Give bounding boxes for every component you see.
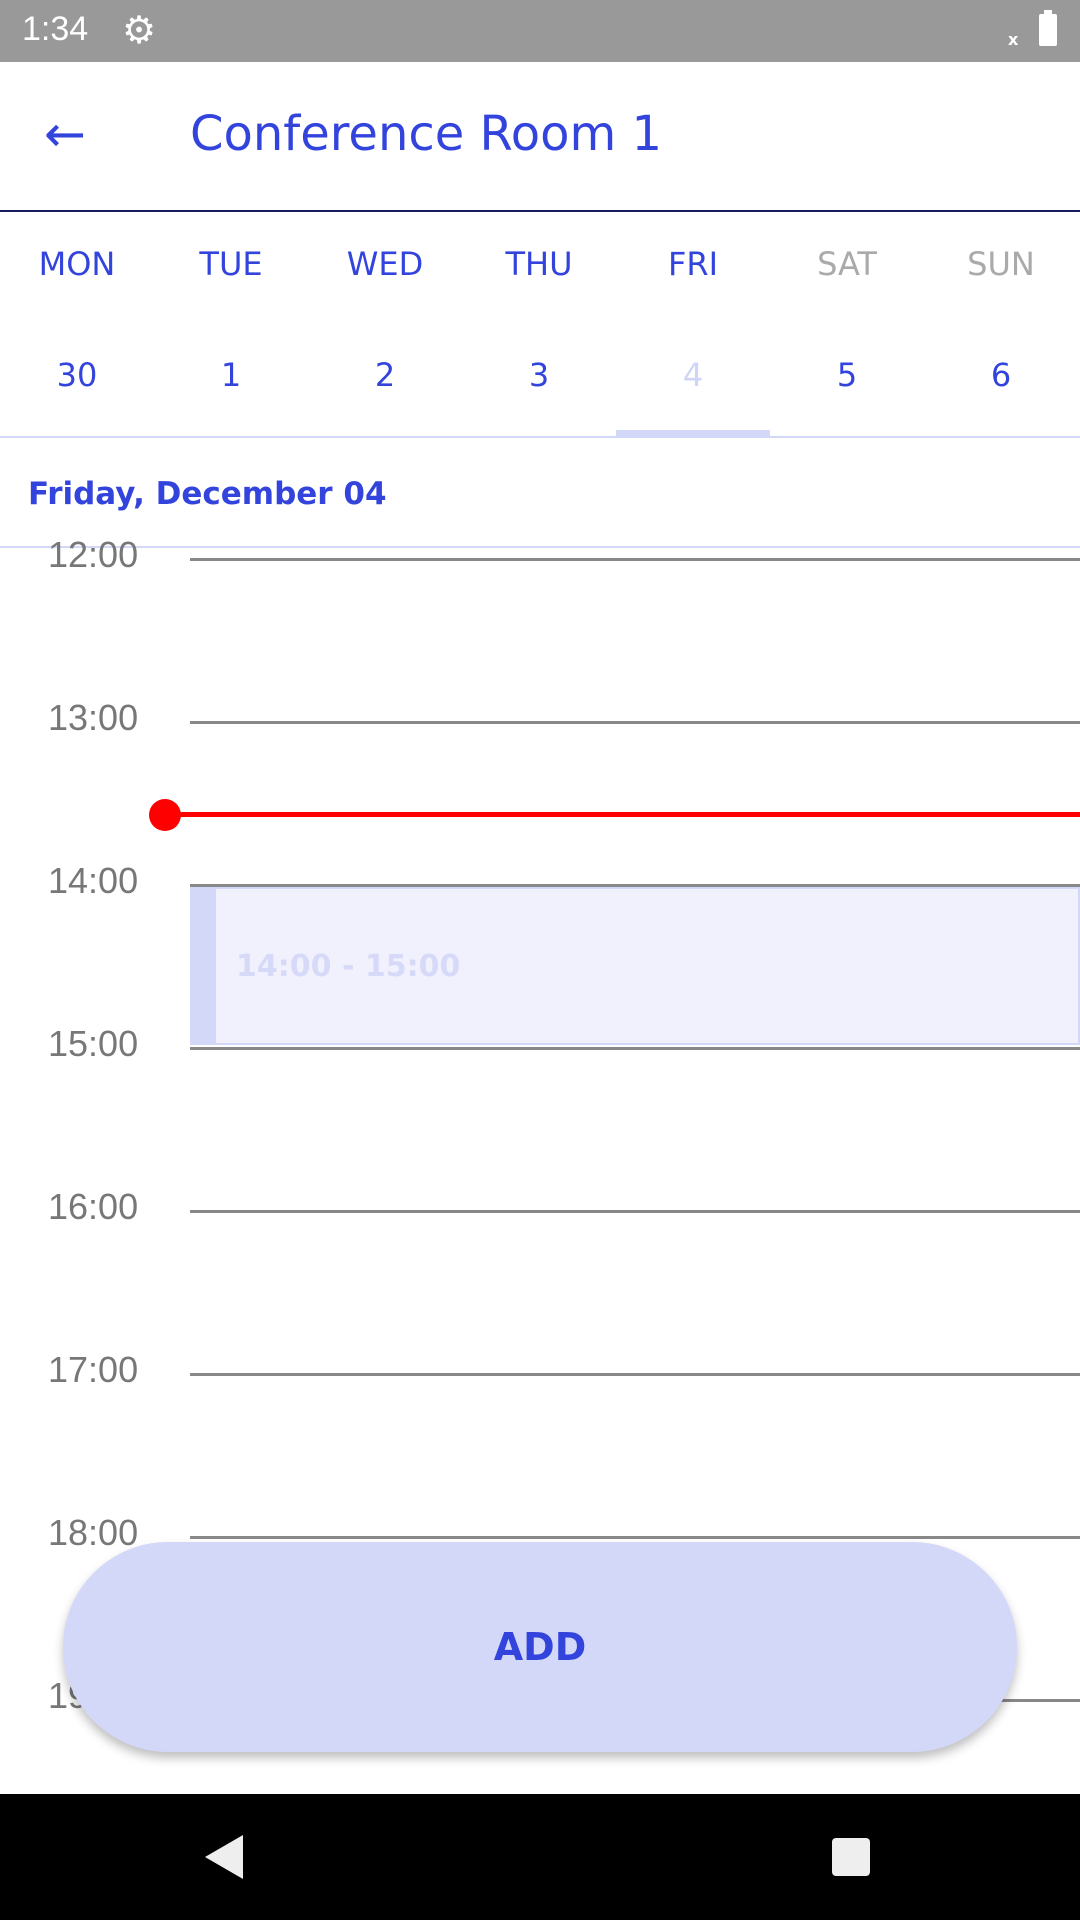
day-date-4[interactable]: 4 [616,356,770,394]
day-date-3[interactable]: 3 [462,356,616,394]
event-block[interactable]: 14:00 - 15:00 [190,887,1080,1045]
battery-icon [1039,10,1057,46]
arrow-back-icon[interactable]: ← [44,106,104,166]
add-button[interactable]: ADD [63,1542,1017,1752]
divider [0,436,1080,438]
hour-line [190,558,1080,561]
navigation-bar [0,1794,1080,1920]
divider [0,546,1080,548]
nav-back-icon[interactable] [205,1835,243,1879]
nav-recents-icon[interactable] [832,1838,870,1876]
day-name-mon[interactable]: MON [0,245,154,283]
hour-line [190,1373,1080,1376]
hour-label: 12:00 [48,534,139,575]
current-time-line [165,812,1080,817]
day-date-1[interactable]: 1 [154,356,308,394]
current-time-dot [149,799,181,831]
day-date-30[interactable]: 30 [0,356,154,394]
day-date-2[interactable]: 2 [308,356,462,394]
hour-line [190,1536,1080,1539]
day-name-tue[interactable]: TUE [154,245,308,283]
day-name-thu[interactable]: THU [462,245,616,283]
event-time-label: 14:00 - 15:00 [236,949,461,984]
no-signal-icon: x [1008,30,1019,49]
hour-label: 16:00 [48,1186,139,1227]
day-date-5[interactable]: 5 [770,356,924,394]
day-date-6[interactable]: 6 [924,356,1078,394]
status-bar: 1:34 ⚙ x [0,0,1080,62]
day-name-wed[interactable]: WED [308,245,462,283]
hour-line [190,721,1080,724]
day-name-sun[interactable]: SUN [924,245,1078,283]
hour-line [190,1210,1080,1213]
hour-label: 13:00 [48,697,139,738]
app-bar: ← Conference Room 1 [0,62,1080,212]
hour-label: 14:00 [48,860,139,901]
day-name-sat[interactable]: SAT [770,245,924,283]
gear-icon: ⚙ [122,8,157,52]
hour-label: 15:00 [48,1023,139,1064]
selected-date-label: Friday, December 04 [28,476,387,512]
hour-line [190,1047,1080,1050]
status-time: 1:34 [22,10,89,48]
hour-label: 17:00 [48,1349,139,1390]
page-title: Conference Room 1 [190,106,663,162]
day-name-fri[interactable]: FRI [616,245,770,283]
